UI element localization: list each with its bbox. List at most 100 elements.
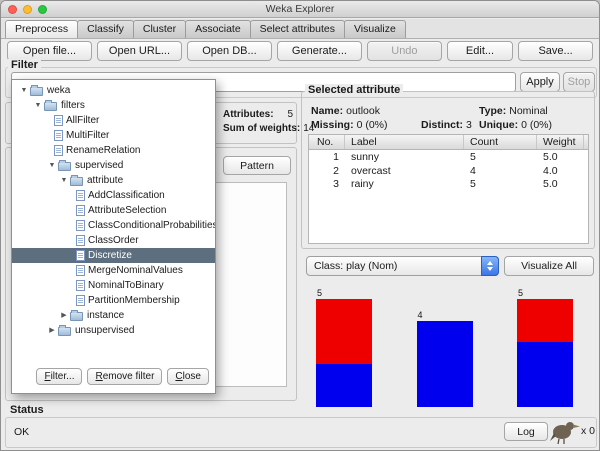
- collapse-triangle-icon[interactable]: ▶: [46, 323, 58, 338]
- tree-item-supervised[interactable]: ▼ supervised: [12, 158, 215, 173]
- cell-weight: 5.0: [537, 177, 584, 191]
- tree-item-nominaltobinary[interactable]: NominalToBinary: [12, 278, 215, 293]
- tree-item-addclassification[interactable]: AddClassification: [12, 188, 215, 203]
- log-button[interactable]: Log: [504, 422, 548, 441]
- status-text: OK: [14, 426, 29, 438]
- bar-segment-red: [517, 299, 573, 342]
- attributes-count-value: 5: [287, 109, 293, 120]
- document-icon: [76, 220, 85, 231]
- undo-button: Undo: [367, 41, 442, 61]
- tree-item-filters[interactable]: ▼ filters: [12, 98, 215, 113]
- tree-item-classconditionalprobabilities[interactable]: ClassConditionalProbabilities: [12, 218, 215, 233]
- attribute-missing: Missing:0 (0%): [311, 119, 388, 131]
- attribute-distinct-value: 3: [466, 119, 472, 131]
- expand-triangle-icon[interactable]: ▼: [58, 173, 70, 188]
- tree-item-mergenominalvalues[interactable]: MergeNominalValues: [12, 263, 215, 278]
- attribute-histogram: 5 4 5: [306, 279, 595, 407]
- popup-filter-button[interactable]: Filter...: [36, 368, 82, 385]
- visualize-all-button[interactable]: Visualize All: [504, 256, 594, 276]
- attribute-values-table: No. Label Count Weight 1 sunny 5 5.0 2 o…: [308, 134, 589, 244]
- minimize-window-icon[interactable]: [23, 5, 32, 14]
- tree-item-discretize[interactable]: Discretize: [12, 248, 215, 263]
- weka-explorer-window: Weka Explorer Preprocess Classify Cluste…: [0, 0, 600, 451]
- apply-filter-button[interactable]: Apply: [520, 72, 560, 92]
- tab-visualize[interactable]: Visualize: [344, 20, 406, 38]
- cell-no: 1: [309, 150, 345, 164]
- tree-item-attributeselection[interactable]: AttributeSelection: [12, 203, 215, 218]
- pattern-button[interactable]: Pattern: [223, 156, 291, 175]
- cell-count: 5: [464, 177, 537, 191]
- tree-item-unsupervised[interactable]: ▶ unsupervised: [12, 323, 215, 338]
- expand-triangle-icon[interactable]: ▼: [18, 83, 30, 98]
- table-row[interactable]: 3 rainy 5 5.0: [309, 177, 588, 191]
- cell-no: 3: [309, 177, 345, 191]
- window-title: Weka Explorer: [1, 1, 599, 17]
- filter-section-title: Filter: [8, 59, 41, 71]
- folder-icon: [58, 327, 71, 336]
- selected-attribute-title: Selected attribute: [305, 84, 403, 96]
- tree-item-classorder[interactable]: ClassOrder: [12, 233, 215, 248]
- popup-button-row: Filter... Remove filter Close: [12, 368, 215, 385]
- generate-button[interactable]: Generate...: [277, 41, 362, 61]
- cell-weight: 4.0: [537, 164, 584, 178]
- edit-button[interactable]: Edit...: [447, 41, 513, 61]
- open-file-button[interactable]: Open file...: [7, 41, 92, 61]
- bar-segment-blue: [316, 364, 372, 407]
- bar-count-label: 5: [517, 288, 573, 299]
- filter-chooser-popup: ▼ weka ▼ filters AllFilter MultiFilter: [11, 79, 216, 394]
- zoom-window-icon[interactable]: [38, 5, 47, 14]
- tree-item-allfilter[interactable]: AllFilter: [12, 113, 215, 128]
- expand-triangle-icon[interactable]: ▼: [32, 98, 44, 113]
- open-db-button[interactable]: Open DB...: [187, 41, 272, 61]
- attribute-type: Type:Nominal: [479, 105, 548, 117]
- document-icon: [54, 130, 63, 141]
- close-window-icon[interactable]: [8, 5, 17, 14]
- expand-triangle-icon[interactable]: ▼: [46, 158, 58, 173]
- tab-select-attributes[interactable]: Select attributes: [250, 20, 345, 38]
- chevron-up-down-icon[interactable]: [481, 256, 499, 276]
- document-icon: [76, 205, 85, 216]
- tab-classify[interactable]: Classify: [77, 20, 134, 38]
- bar-count-label: 4: [417, 310, 473, 321]
- tree-item-partitionmembership[interactable]: PartitionMembership: [12, 293, 215, 308]
- attributes-count-label: Attributes:: [223, 109, 274, 120]
- tree-item-instance[interactable]: ▶ instance: [12, 308, 215, 323]
- document-icon: [54, 115, 63, 126]
- tab-cluster[interactable]: Cluster: [133, 20, 186, 38]
- attributes-count: Attributes: 5: [223, 109, 293, 120]
- stop-filter-button: Stop: [563, 72, 595, 92]
- document-icon: [76, 235, 85, 246]
- popup-close-button[interactable]: Close: [167, 368, 209, 385]
- column-header-label: Label: [345, 135, 464, 149]
- cell-count: 5: [464, 150, 537, 164]
- tree-item-renamerelation[interactable]: RenameRelation: [12, 143, 215, 158]
- tree-item-multifilter[interactable]: MultiFilter: [12, 128, 215, 143]
- titlebar[interactable]: Weka Explorer: [1, 1, 599, 18]
- popup-remove-filter-button[interactable]: Remove filter: [87, 368, 162, 385]
- column-header-weight: Weight: [537, 135, 584, 149]
- attribute-type-label: Type:: [479, 105, 506, 117]
- weka-run-counter: x 0: [581, 425, 595, 437]
- document-icon: [54, 145, 63, 156]
- table-row[interactable]: 2 overcast 4 4.0: [309, 164, 588, 178]
- attribute-name-label: Name:: [311, 105, 343, 117]
- column-header-no: No.: [309, 135, 345, 149]
- tree-item-attribute[interactable]: ▼ attribute: [12, 173, 215, 188]
- open-url-button[interactable]: Open URL...: [97, 41, 182, 61]
- column-header-count: Count: [464, 135, 537, 149]
- folder-icon: [30, 87, 43, 96]
- cell-label: overcast: [345, 164, 464, 178]
- bar-segment-blue: [517, 342, 573, 407]
- sum-of-weights-label: Sum of weights:: [223, 123, 300, 134]
- tree-item-weka[interactable]: ▼ weka: [12, 83, 215, 98]
- save-button[interactable]: Save...: [518, 41, 593, 61]
- tab-preprocess[interactable]: Preprocess: [5, 20, 78, 38]
- attribute-missing-value: 0 (0%): [357, 119, 388, 131]
- class-selector-combo[interactable]: Class: play (Nom): [306, 256, 499, 276]
- attribute-name: Name:outlook: [311, 105, 380, 117]
- attribute-unique-value: 0 (0%): [521, 119, 552, 131]
- document-icon: [76, 280, 85, 291]
- collapse-triangle-icon[interactable]: ▶: [58, 308, 70, 323]
- table-row[interactable]: 1 sunny 5 5.0: [309, 150, 588, 164]
- tab-associate[interactable]: Associate: [185, 20, 251, 38]
